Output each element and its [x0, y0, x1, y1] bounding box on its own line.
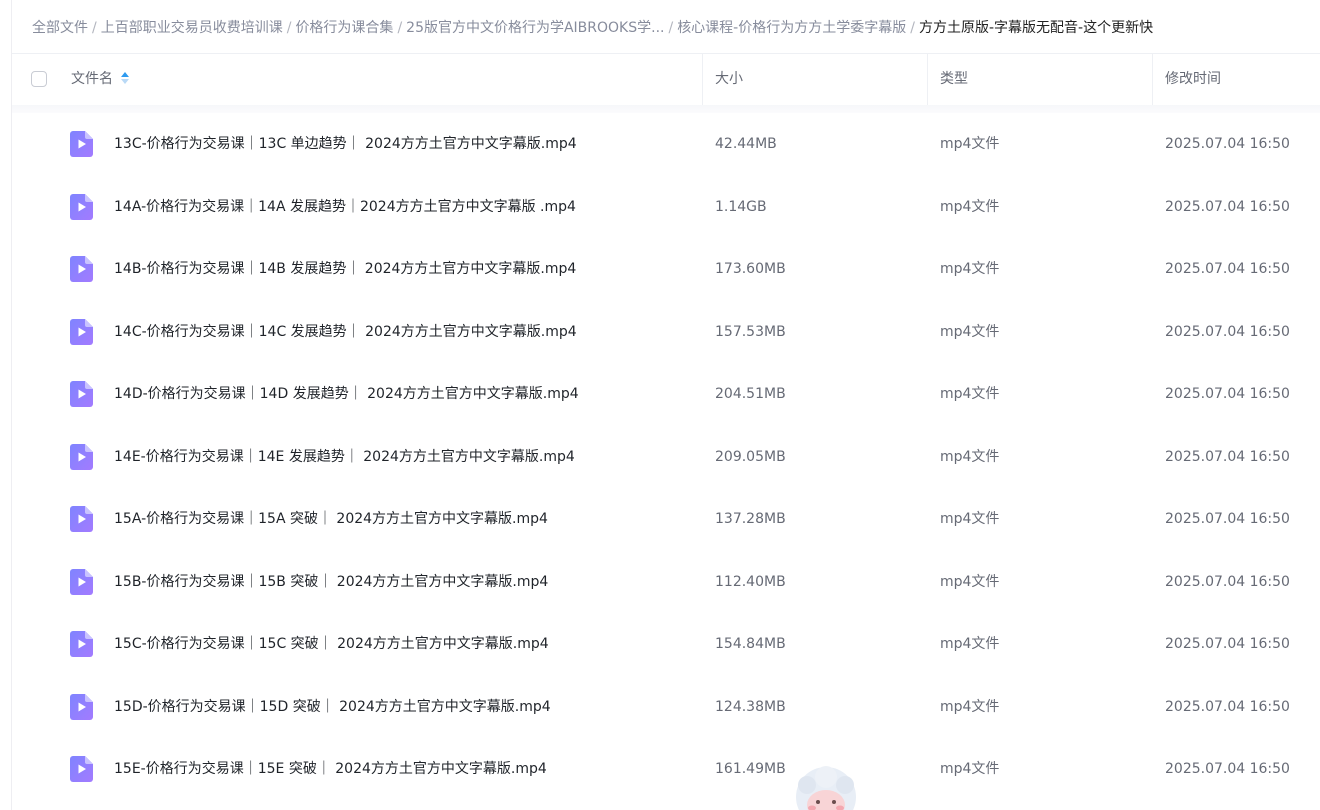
file-modified-time: 2025.07.04 16:50	[1165, 636, 1290, 652]
header-shadow	[12, 105, 1320, 113]
table-row[interactable]: 15D-价格行为交易课｜15D 突破｜ 2024方方土官方中文字幕版.mp4 12…	[12, 676, 1320, 739]
video-file-icon	[70, 756, 93, 782]
file-type: mp4文件	[940, 761, 1000, 777]
table-row[interactable]: 13C-价格行为交易课｜13C 单边趋势｜ 2024方方土官方中文字幕版.mp4…	[12, 113, 1320, 176]
file-name[interactable]: 15E-价格行为交易课｜15E 突破｜ 2024方方土官方中文字幕版.mp4	[114, 738, 547, 800]
breadcrumb-separator: /	[910, 20, 915, 36]
file-size: 157.53MB	[715, 323, 786, 340]
file-modified-time: 2025.07.04 16:50	[1165, 136, 1290, 152]
table-row[interactable]: 15E-价格行为交易课｜15E 突破｜ 2024方方土官方中文字幕版.mp4 16…	[12, 738, 1320, 801]
file-size: 154.84MB	[715, 636, 786, 652]
video-file-icon	[70, 256, 93, 282]
file-type: mp4文件	[940, 198, 1000, 215]
file-name[interactable]: 15D-价格行为交易课｜15D 突破｜ 2024方方土官方中文字幕版.mp4	[114, 676, 551, 738]
video-file-icon	[70, 693, 93, 720]
file-size: 173.60MB	[715, 261, 786, 277]
column-header-type[interactable]: 类型	[940, 54, 968, 105]
file-name[interactable]: 14D-价格行为交易课｜14D 发展趋势｜ 2024方方土官方中文字幕版.mp4	[114, 363, 579, 425]
file-table-header: 文件名 大小 类型 修改时间	[12, 53, 1320, 106]
table-row[interactable]: 14B-价格行为交易课｜14B 发展趋势｜ 2024方方土官方中文字幕版.mp4…	[12, 238, 1320, 301]
table-row[interactable]: 14C-价格行为交易课｜14C 发展趋势｜ 2024方方土官方中文字幕版.mp4…	[12, 301, 1320, 364]
breadcrumb-separator: /	[668, 20, 674, 36]
file-size: 209.05MB	[715, 448, 786, 465]
file-size: 124.38MB	[715, 698, 786, 715]
file-size: 204.51MB	[715, 386, 786, 402]
video-file-icon	[70, 381, 93, 407]
video-file-icon	[70, 631, 93, 657]
file-size: 137.28MB	[715, 511, 786, 527]
file-name[interactable]: 15B-价格行为交易课｜15B 突破｜ 2024方方土官方中文字幕版.mp4	[114, 551, 548, 613]
file-size: 112.40MB	[715, 573, 786, 590]
video-file-icon	[70, 568, 93, 595]
file-modified-time: 2025.07.04 16:50	[1165, 511, 1290, 527]
mascot-avatar-icon[interactable]	[787, 763, 865, 810]
breadcrumb-item[interactable]: 上百部职业交易员收费培训课	[101, 20, 283, 36]
file-type: mp4文件	[940, 386, 1000, 402]
column-header-name-label: 文件名	[71, 71, 113, 87]
breadcrumb-item[interactable]: 核心课程-价格行为方方土学委字幕版	[677, 20, 906, 36]
file-type: mp4文件	[940, 698, 1000, 715]
video-file-icon	[70, 506, 93, 532]
sort-ascending-icon[interactable]	[121, 72, 129, 84]
video-file-icon	[70, 131, 93, 157]
breadcrumb-item[interactable]: 价格行为课合集	[295, 20, 393, 36]
file-type: mp4文件	[940, 323, 1000, 340]
file-type: mp4文件	[940, 573, 1000, 590]
file-modified-time: 2025.07.04 16:50	[1165, 261, 1290, 277]
column-header-modified[interactable]: 修改时间	[1165, 54, 1221, 105]
video-file-icon	[70, 318, 93, 345]
file-modified-time: 2025.07.04 16:50	[1165, 448, 1290, 465]
file-size: 161.49MB	[715, 761, 786, 777]
file-type: mp4文件	[940, 261, 1000, 277]
file-name[interactable]: 14C-价格行为交易课｜14C 发展趋势｜ 2024方方土官方中文字幕版.mp4	[114, 301, 577, 363]
file-type: mp4文件	[940, 636, 1000, 652]
file-list: 13C-价格行为交易课｜13C 单边趋势｜ 2024方方土官方中文字幕版.mp4…	[12, 113, 1320, 801]
breadcrumb-separator: /	[397, 20, 403, 36]
column-header-name[interactable]: 文件名	[71, 54, 129, 105]
file-modified-time: 2025.07.04 16:50	[1165, 323, 1290, 340]
breadcrumb-current: 方方土原版-字幕版无配音-这个更新快	[918, 20, 1154, 36]
table-row[interactable]: 15B-价格行为交易课｜15B 突破｜ 2024方方土官方中文字幕版.mp4 11…	[12, 551, 1320, 614]
column-divider[interactable]	[927, 54, 928, 105]
breadcrumb-item[interactable]: 25版官方中文价格行为学AIBROOKS学...	[406, 20, 664, 36]
video-file-icon	[70, 193, 93, 220]
column-divider[interactable]	[702, 54, 703, 105]
column-divider[interactable]	[1152, 54, 1153, 105]
file-name[interactable]: 14E-价格行为交易课｜14E 发展趋势｜ 2024方方土官方中文字幕版.mp4	[114, 426, 575, 488]
file-name[interactable]: 14B-价格行为交易课｜14B 发展趋势｜ 2024方方土官方中文字幕版.mp4	[114, 238, 576, 300]
select-all-checkbox[interactable]	[31, 71, 47, 87]
file-name[interactable]: 14A-价格行为交易课｜14A 发展趋势｜2024方方土官方中文字幕版 .mp4	[114, 176, 576, 238]
file-size: 1.14GB	[715, 198, 767, 215]
breadcrumb-item[interactable]: 全部文件	[32, 20, 88, 36]
file-modified-time: 2025.07.04 16:50	[1165, 573, 1290, 590]
breadcrumb: 全部文件 / 上百部职业交易员收费培训课 / 价格行为课合集/25版官方中文价格行为学A…	[32, 17, 1153, 39]
table-row[interactable]: 15A-价格行为交易课｜15A 突破｜ 2024方方土官方中文字幕版.mp4 13…	[12, 488, 1320, 551]
video-file-icon	[70, 443, 93, 470]
file-modified-time: 2025.07.04 16:50	[1165, 198, 1290, 215]
table-row[interactable]: 14A-价格行为交易课｜14A 发展趋势｜2024方方土官方中文字幕版 .mp4…	[12, 176, 1320, 239]
file-name[interactable]: 15C-价格行为交易课｜15C 突破｜ 2024方方土官方中文字幕版.mp4	[114, 613, 549, 675]
column-header-size[interactable]: 大小	[715, 54, 743, 105]
table-row[interactable]: 14E-价格行为交易课｜14E 发展趋势｜ 2024方方土官方中文字幕版.mp4…	[12, 426, 1320, 489]
file-size: 42.44MB	[715, 136, 777, 152]
file-name[interactable]: 13C-价格行为交易课｜13C 单边趋势｜ 2024方方土官方中文字幕版.mp4	[114, 113, 577, 175]
breadcrumb-separator: /	[286, 20, 292, 36]
table-row[interactable]: 14D-价格行为交易课｜14D 发展趋势｜ 2024方方土官方中文字幕版.mp4…	[12, 363, 1320, 426]
table-row[interactable]: 15C-价格行为交易课｜15C 突破｜ 2024方方土官方中文字幕版.mp4 15…	[12, 613, 1320, 676]
file-modified-time: 2025.07.04 16:50	[1165, 698, 1290, 715]
file-name[interactable]: 15A-价格行为交易课｜15A 突破｜ 2024方方土官方中文字幕版.mp4	[114, 488, 548, 550]
file-modified-time: 2025.07.04 16:50	[1165, 761, 1290, 777]
file-type: mp4文件	[940, 511, 1000, 527]
file-type: mp4文件	[940, 136, 1000, 152]
breadcrumb-separator: /	[92, 20, 97, 36]
file-modified-time: 2025.07.04 16:50	[1165, 386, 1290, 402]
file-type: mp4文件	[940, 448, 1000, 465]
